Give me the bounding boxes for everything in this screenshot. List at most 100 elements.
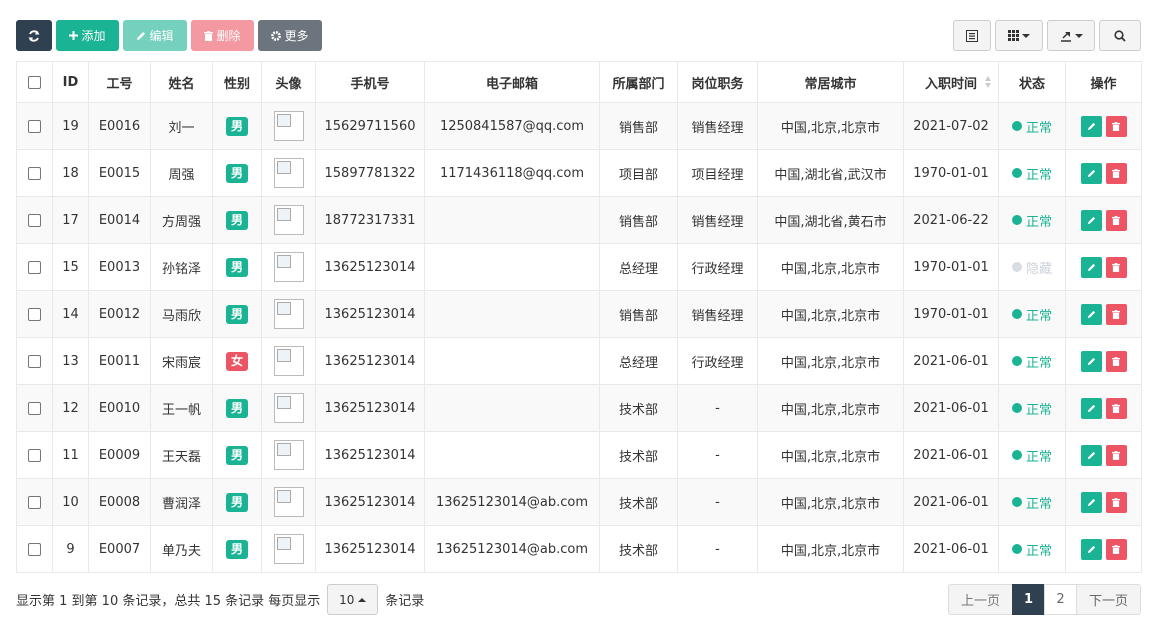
table-row[interactable]: 12 E0010 王一帆男 13625123014 技术部 - 中国,北京,北京市 2021-… — [16, 384, 1142, 432]
cell-dept: 项目部 — [599, 149, 678, 197]
cell-code: E0008 — [88, 478, 151, 526]
export-button[interactable] — [1047, 20, 1095, 51]
row-edit-button[interactable] — [1080, 256, 1102, 278]
table-row[interactable]: 9 E0007 单乃夫男 13625123014 13625123014@ab.com 技… — [16, 525, 1142, 573]
row-edit-button[interactable] — [1080, 162, 1102, 184]
more-button[interactable]: 更多 — [258, 20, 322, 51]
pencil-icon — [1087, 357, 1095, 365]
row-edit-button[interactable] — [1080, 350, 1102, 372]
status-badge[interactable]: 正常 — [1011, 117, 1052, 136]
cell-avatar — [261, 337, 316, 385]
cell-avatar — [261, 243, 316, 291]
row-delete-button[interactable] — [1105, 491, 1127, 513]
row-delete-button[interactable] — [1105, 303, 1127, 325]
status-badge[interactable]: 正常 — [1011, 305, 1052, 324]
row-checkbox[interactable] — [28, 307, 41, 321]
status-badge[interactable]: 正常 — [1011, 352, 1052, 371]
row-delete-button[interactable] — [1105, 256, 1127, 278]
row-delete-button[interactable] — [1105, 538, 1127, 560]
avatar-image[interactable] — [273, 440, 304, 470]
cell-id: 18 — [52, 149, 89, 197]
table-row[interactable]: 19 E0016 刘一男 15629711560 1250841587@qq.com 销售… — [16, 102, 1142, 150]
avatar-image[interactable] — [273, 111, 304, 141]
row-edit-button[interactable] — [1080, 538, 1102, 560]
row-checkbox[interactable] — [28, 542, 41, 556]
row-edit-button[interactable] — [1080, 444, 1102, 466]
row-delete-button[interactable] — [1105, 209, 1127, 231]
prev-page-button[interactable]: 上一页 — [948, 584, 1013, 615]
row-edit-button[interactable] — [1080, 209, 1102, 231]
status-badge[interactable]: 正常 — [1011, 399, 1052, 418]
row-checkbox[interactable] — [28, 166, 41, 180]
table-row[interactable]: 18 E0015 周强男 15897781322 1171436118@qq.com 项目… — [16, 149, 1142, 197]
avatar-image[interactable] — [273, 158, 304, 188]
column-header-date[interactable]: 入职时间 — [903, 61, 999, 103]
row-delete-button[interactable] — [1105, 162, 1127, 184]
avatar-image[interactable] — [273, 487, 304, 517]
page-2-button[interactable]: 2 — [1044, 584, 1077, 615]
page-1-button[interactable]: 1 — [1012, 584, 1045, 615]
status-badge[interactable]: 正常 — [1011, 164, 1052, 183]
gender-badge: 男 — [226, 445, 248, 465]
avatar-image[interactable] — [273, 205, 304, 235]
row-edit-button[interactable] — [1080, 115, 1102, 137]
edit-button[interactable]: 编辑 — [123, 20, 187, 51]
row-checkbox[interactable] — [28, 448, 41, 462]
row-delete-button[interactable] — [1105, 115, 1127, 137]
avatar-image[interactable] — [273, 252, 304, 282]
cell-date: 2021-07-02 — [903, 102, 999, 150]
cell-date: 1970-01-01 — [903, 149, 999, 197]
row-edit-button[interactable] — [1080, 303, 1102, 325]
pencil-icon — [1087, 310, 1095, 318]
row-delete-button[interactable] — [1105, 444, 1127, 466]
columns-button[interactable] — [995, 20, 1043, 51]
refresh-button[interactable] — [16, 20, 52, 51]
next-page-button[interactable]: 下一页 — [1076, 584, 1141, 615]
cell-status: 正常 — [998, 384, 1066, 432]
row-edit-button[interactable] — [1080, 491, 1102, 513]
table-row[interactable]: 17 E0014 方周强男 18772317331 销售部 销售经理 中国,湖北省,黄石市 2… — [16, 196, 1142, 244]
gear-icon — [271, 30, 282, 41]
column-header-status: 状态 — [998, 61, 1066, 103]
gender-badge: 男 — [226, 116, 248, 136]
row-edit-button[interactable] — [1080, 397, 1102, 419]
table-row[interactable]: 10 E0008 曹润泽男 13625123014 13625123014@ab.com… — [16, 478, 1142, 526]
avatar-image[interactable] — [273, 534, 304, 564]
status-badge[interactable]: 隐藏 — [1011, 258, 1052, 277]
select-all-checkbox[interactable] — [28, 75, 41, 89]
toolbar: 添加 编辑 删除 更多 — [16, 20, 322, 51]
avatar-image[interactable] — [273, 299, 304, 329]
row-checkbox[interactable] — [28, 354, 41, 368]
status-badge[interactable]: 正常 — [1011, 540, 1052, 559]
row-delete-button[interactable] — [1105, 397, 1127, 419]
cell-gender: 男 — [212, 149, 262, 197]
data-table: ID 工号 姓名 性别 头像 手机号 电子邮箱 所属部门 岗位职务 常居城市 入… — [16, 61, 1142, 573]
add-button[interactable]: 添加 — [56, 20, 119, 51]
row-select-cell — [16, 478, 53, 526]
cell-phone: 13625123014 — [315, 384, 425, 432]
status-badge[interactable]: 正常 — [1011, 211, 1052, 230]
table-row[interactable]: 14 E0012 马雨欣男 13625123014 销售部 销售经理 中国,北京,北京市 19… — [16, 290, 1142, 338]
delete-button[interactable]: 删除 — [191, 20, 254, 51]
table-row[interactable]: 11 E0009 王天磊男 13625123014 技术部 - 中国,北京,北京市 2021-… — [16, 431, 1142, 479]
cell-id: 12 — [52, 384, 89, 432]
avatar-image[interactable] — [273, 393, 304, 423]
row-checkbox[interactable] — [28, 119, 41, 133]
row-checkbox[interactable] — [28, 401, 41, 415]
table-row[interactable]: 13 E0011 宋雨宸女 13625123014 总经理 行政经理 中国,北京,北京市 20… — [16, 337, 1142, 385]
row-checkbox[interactable] — [28, 260, 41, 274]
toggle-view-button[interactable] — [953, 20, 991, 51]
row-checkbox[interactable] — [28, 495, 41, 509]
status-badge[interactable]: 正常 — [1011, 446, 1052, 465]
row-delete-button[interactable] — [1105, 350, 1127, 372]
page-size-select[interactable]: 10 — [327, 584, 379, 615]
column-header-city: 常居城市 — [757, 61, 904, 103]
row-checkbox[interactable] — [28, 213, 41, 227]
column-header-id[interactable]: ID — [52, 61, 89, 103]
search-button[interactable] — [1099, 20, 1141, 51]
table-row[interactable]: 15 E0013 孙铭泽男 13625123014 总经理 行政经理 中国,北京,北京市 19… — [16, 243, 1142, 291]
status-badge[interactable]: 正常 — [1011, 493, 1052, 512]
avatar-image[interactable] — [273, 346, 304, 376]
chevron-down-icon — [1022, 33, 1030, 38]
trash-icon — [1112, 356, 1120, 366]
